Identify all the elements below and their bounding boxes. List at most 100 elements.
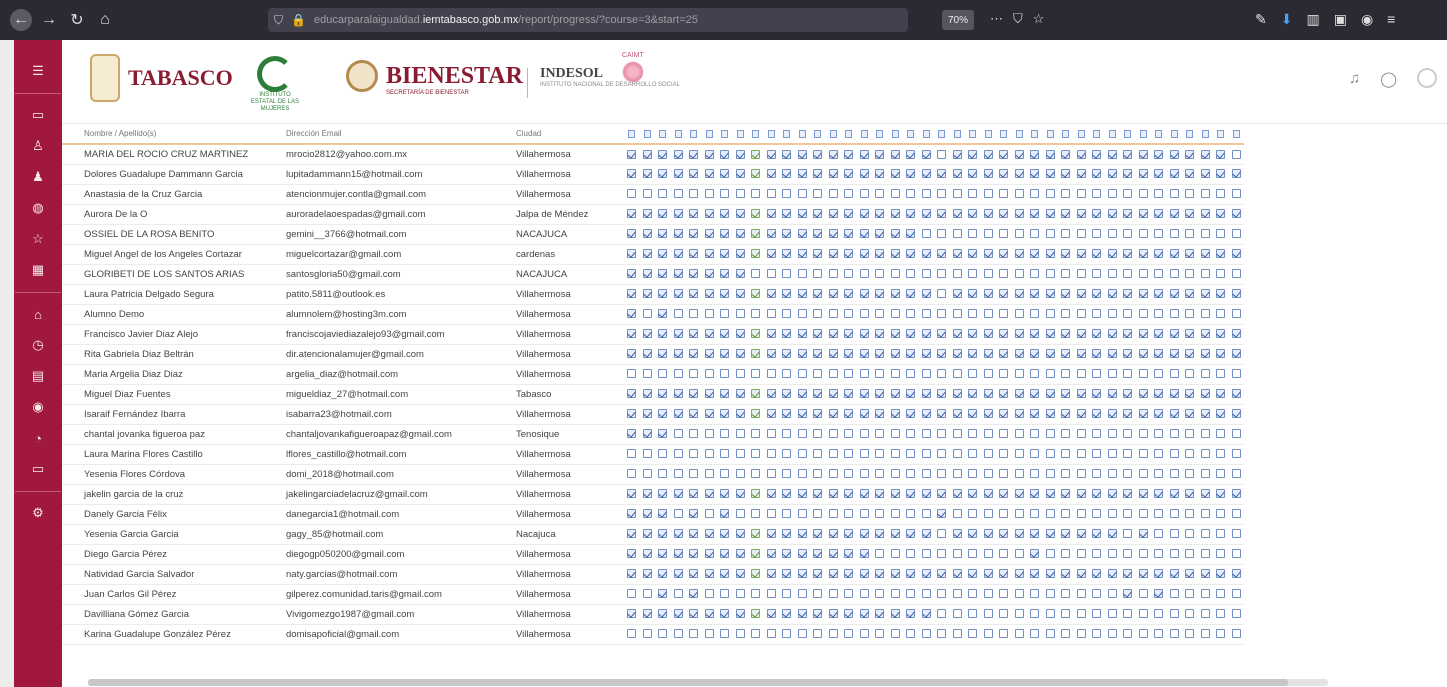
- checkbox-checked-icon[interactable]: [766, 609, 776, 619]
- checkbox-checked-icon[interactable]: [1107, 489, 1117, 499]
- graduation-icon[interactable]: ♙: [23, 135, 53, 157]
- checkbox-empty-icon[interactable]: [859, 309, 869, 319]
- checkbox-checked-icon[interactable]: [704, 209, 714, 219]
- checkbox-checked-icon[interactable]: [828, 329, 838, 339]
- checkbox-empty-icon[interactable]: [797, 369, 807, 379]
- checkbox-empty-icon[interactable]: [689, 369, 699, 379]
- checkbox-empty-icon[interactable]: [627, 369, 637, 379]
- checkbox-empty-icon[interactable]: [1216, 509, 1226, 519]
- checkbox-checked-icon[interactable]: [642, 409, 652, 419]
- checkbox-checked-icon[interactable]: [797, 249, 807, 259]
- checkbox-empty-icon[interactable]: [937, 629, 947, 639]
- activity-header-icon[interactable]: [965, 124, 981, 145]
- checkbox-empty-icon[interactable]: [1014, 369, 1024, 379]
- checkbox-checked-icon[interactable]: [1045, 329, 1055, 339]
- checkbox-checked-icon[interactable]: [890, 149, 900, 159]
- checkbox-empty-icon[interactable]: [735, 429, 745, 439]
- checkbox-checked-icon[interactable]: [627, 289, 637, 299]
- checkbox-checked-icon[interactable]: [1200, 249, 1210, 259]
- checkbox-checked-icon[interactable]: [658, 249, 668, 259]
- checkbox-empty-icon[interactable]: [983, 589, 993, 599]
- checkbox-checked-icon[interactable]: [844, 209, 854, 219]
- checkbox-checked-icon[interactable]: [968, 409, 978, 419]
- checkbox-empty-icon[interactable]: [751, 449, 761, 459]
- checkbox-checked-icon[interactable]: [766, 229, 776, 239]
- checkbox-checked-icon[interactable]: [844, 169, 854, 179]
- checkbox-checked-icon[interactable]: [1014, 349, 1024, 359]
- checkbox-empty-icon[interactable]: [704, 629, 714, 639]
- checkbox-checked-icon[interactable]: [859, 489, 869, 499]
- checkbox-empty-icon[interactable]: [782, 469, 792, 479]
- checkbox-checked-icon[interactable]: [658, 429, 668, 439]
- checkbox-checked-icon[interactable]: [1030, 289, 1040, 299]
- checkbox-checked-icon[interactable]: [952, 569, 962, 579]
- checkbox-checked-icon[interactable]: [658, 549, 668, 559]
- checkbox-checked-icon[interactable]: [735, 229, 745, 239]
- checkbox-empty-icon[interactable]: [983, 609, 993, 619]
- checkbox-empty-icon[interactable]: [766, 429, 776, 439]
- checkbox-checked-icon[interactable]: [766, 529, 776, 539]
- checkbox-checked-icon[interactable]: [1045, 169, 1055, 179]
- checkbox-checked-icon[interactable]: [999, 349, 1009, 359]
- checkbox-empty-icon[interactable]: [1107, 549, 1117, 559]
- checkbox-checked-icon[interactable]: [782, 549, 792, 559]
- checkbox-checked-icon[interactable]: [1030, 249, 1040, 259]
- checkbox-checked-icon[interactable]: [844, 349, 854, 359]
- checkbox-checked-icon[interactable]: [627, 149, 637, 159]
- checkbox-checked-icon[interactable]: [1045, 389, 1055, 399]
- checkbox-checked-icon[interactable]: [627, 249, 637, 259]
- checkbox-empty-icon[interactable]: [1216, 589, 1226, 599]
- checkbox-empty-icon[interactable]: [735, 309, 745, 319]
- checkbox-empty-icon[interactable]: [673, 449, 683, 459]
- checkbox-checked-icon[interactable]: [1123, 569, 1133, 579]
- checkbox-empty-icon[interactable]: [813, 309, 823, 319]
- checkbox-checked-icon[interactable]: [1076, 289, 1086, 299]
- checkbox-empty-icon[interactable]: [906, 269, 916, 279]
- checkbox-empty-icon[interactable]: [720, 469, 730, 479]
- checkbox-empty-icon[interactable]: [1185, 609, 1195, 619]
- checkbox-empty-icon[interactable]: [844, 309, 854, 319]
- checkbox-checked-icon[interactable]: [875, 169, 885, 179]
- checkbox-checked-icon[interactable]: [1107, 249, 1117, 259]
- checkbox-empty-icon[interactable]: [782, 509, 792, 519]
- checkbox-checked-icon[interactable]: [952, 329, 962, 339]
- checkbox-checked-icon[interactable]: [782, 169, 792, 179]
- checkbox-checked-icon[interactable]: [766, 149, 776, 159]
- checkbox-checked-icon[interactable]: [627, 609, 637, 619]
- activity-header-icon[interactable]: [1182, 124, 1198, 145]
- checkbox-checked-icon[interactable]: [735, 209, 745, 219]
- checkbox-checked-icon[interactable]: [658, 609, 668, 619]
- checkbox-empty-icon[interactable]: [828, 309, 838, 319]
- checkbox-checked-icon[interactable]: [1014, 249, 1024, 259]
- checkbox-checked-icon[interactable]: [921, 249, 931, 259]
- checkbox-checked-icon[interactable]: [921, 609, 931, 619]
- checkbox-empty-icon[interactable]: [1123, 469, 1133, 479]
- checkbox-checked-icon[interactable]: [1154, 489, 1164, 499]
- checkbox-empty-icon[interactable]: [999, 509, 1009, 519]
- checkbox-checked-icon[interactable]: [921, 329, 931, 339]
- checkbox-checked-icon[interactable]: [937, 249, 947, 259]
- checkbox-checked-icon[interactable]: [689, 269, 699, 279]
- checkbox-empty-icon[interactable]: [1154, 189, 1164, 199]
- checkbox-checked-icon[interactable]: [627, 429, 637, 439]
- checkbox-empty-icon[interactable]: [1045, 589, 1055, 599]
- checkbox-checked-icon[interactable]: [828, 149, 838, 159]
- checkbox-checked-icon[interactable]: [751, 249, 761, 259]
- checkbox-empty-icon[interactable]: [813, 189, 823, 199]
- checkbox-empty-icon[interactable]: [1200, 609, 1210, 619]
- checkbox-checked-icon[interactable]: [751, 169, 761, 179]
- checkbox-checked-icon[interactable]: [906, 169, 916, 179]
- checkbox-checked-icon[interactable]: [704, 569, 714, 579]
- checkbox-empty-icon[interactable]: [1185, 269, 1195, 279]
- checkbox-checked-icon[interactable]: [642, 569, 652, 579]
- checkbox-empty-icon[interactable]: [720, 369, 730, 379]
- checkbox-empty-icon[interactable]: [813, 269, 823, 279]
- checkbox-checked-icon[interactable]: [1061, 489, 1071, 499]
- activity-header-icon[interactable]: [887, 124, 903, 145]
- checkbox-checked-icon[interactable]: [658, 209, 668, 219]
- checkbox-empty-icon[interactable]: [859, 369, 869, 379]
- checkbox-empty-icon[interactable]: [890, 449, 900, 459]
- checkbox-empty-icon[interactable]: [983, 629, 993, 639]
- checkbox-checked-icon[interactable]: [1185, 169, 1195, 179]
- checkbox-empty-icon[interactable]: [1045, 609, 1055, 619]
